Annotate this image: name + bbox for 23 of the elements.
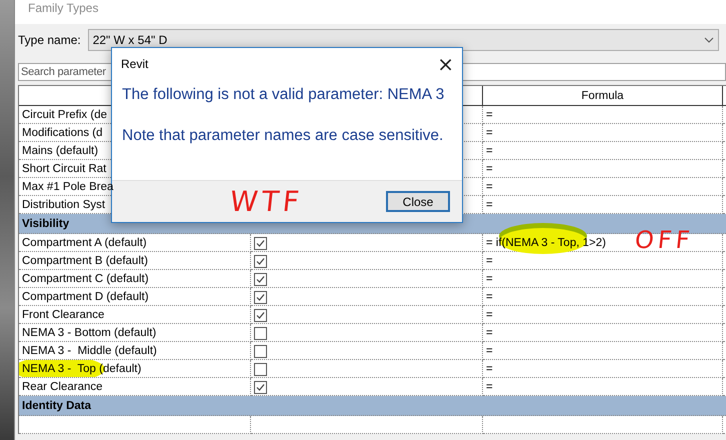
parameter-name: Compartment D (default) bbox=[19, 288, 251, 306]
parameter-name: Compartment B (default) bbox=[19, 252, 251, 270]
parameter-name: Compartment C (default) bbox=[19, 270, 251, 288]
formula-cell: = bbox=[483, 342, 723, 360]
formula-cell: = bbox=[483, 360, 723, 378]
formula-cell: = bbox=[483, 178, 723, 196]
window-title: Family Types bbox=[28, 1, 98, 15]
formula-cell: = bbox=[483, 288, 723, 306]
formula-cell: = bbox=[483, 252, 723, 270]
formula-cell: = bbox=[483, 324, 723, 342]
dialog-title: Revit bbox=[121, 57, 148, 71]
formula-cell: = bbox=[483, 160, 723, 178]
formula-cell: = bbox=[483, 106, 723, 124]
parameter-name: NEMA 3 - Bottom (default) bbox=[19, 324, 251, 342]
column-header: Formula bbox=[483, 86, 723, 106]
formula-cell: = bbox=[483, 124, 723, 142]
error-message: The following is not a valid parameter: NEMA 3 bbox=[121, 85, 446, 104]
formula-cell: = bbox=[483, 142, 723, 160]
parameter-name: Front Clearance bbox=[19, 306, 251, 324]
formula-cell: = bbox=[483, 306, 723, 324]
type-name-label: Type name: bbox=[18, 33, 81, 47]
formula-cell: = bbox=[483, 270, 723, 288]
parameter-name: Compartment A (default) bbox=[19, 234, 251, 252]
